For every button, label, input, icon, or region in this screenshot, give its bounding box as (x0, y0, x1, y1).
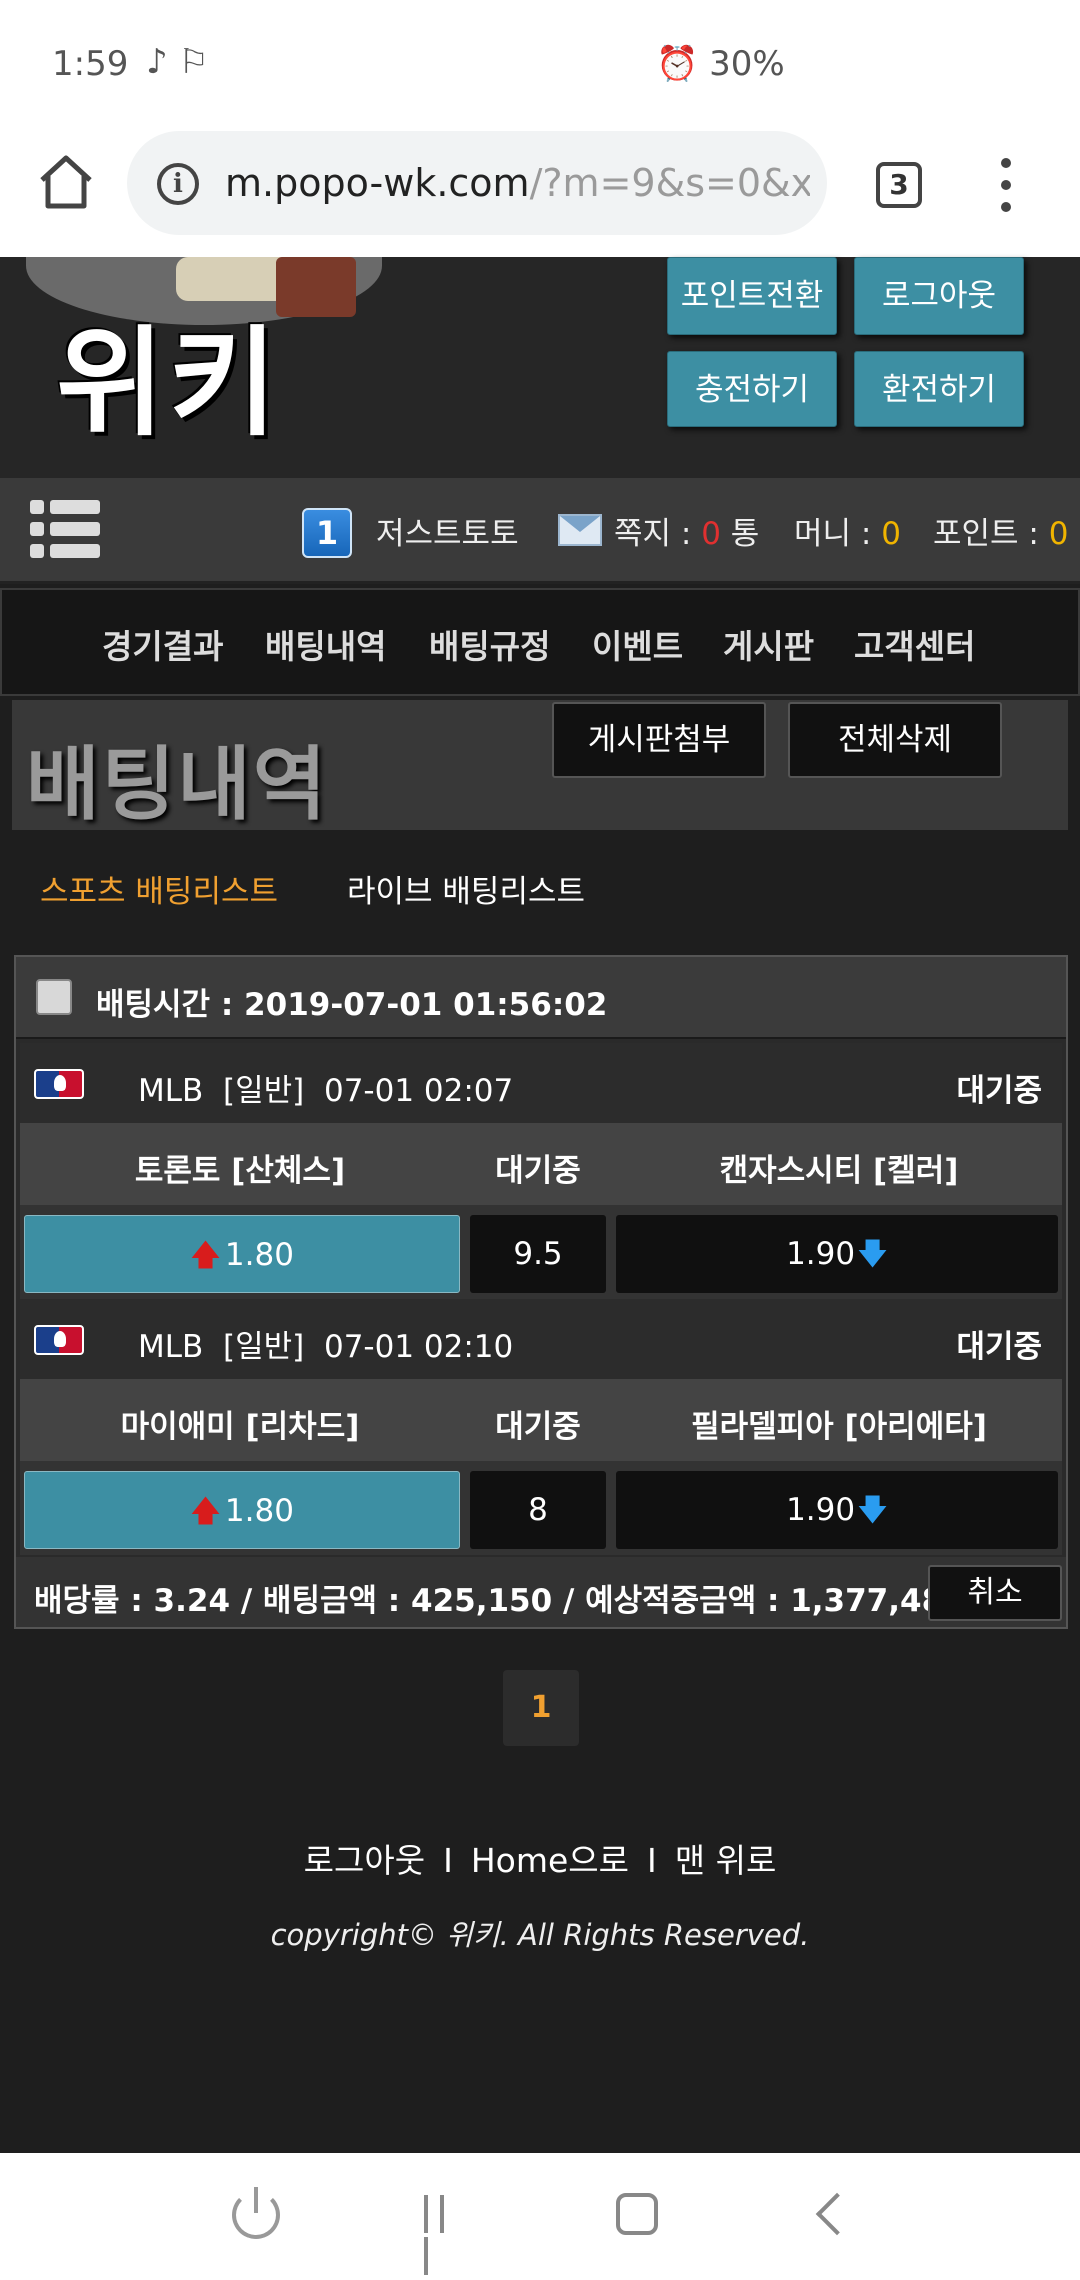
game-info: MLB [일반] 07-01 02:10 (138, 1329, 514, 1365)
away-team: 필라델피아 [아리에타] (691, 1409, 987, 1445)
arrow-up-icon: 🡅 (190, 1494, 221, 1529)
url-text[interactable]: m.popo-wk.com/?m=9&s=0&x= (225, 161, 810, 205)
odds-row: 🡅 1.80 8 1.90🡇 (20, 1461, 1062, 1555)
username: 저스트토토 (376, 516, 519, 552)
main-nav: 경기결과 배팅내역 배팅규정 이벤트 게시판 고객센터 (0, 588, 1080, 696)
attach-to-board-button[interactable]: 게시판첨부 (552, 702, 766, 778)
point-value: 0 (1048, 516, 1069, 552)
page-title-area: 배팅내역 게시판첨부 전체삭제 (12, 700, 1068, 831)
messages-count: 0 (701, 516, 721, 552)
footer-home-link[interactable]: Home으로 (471, 1841, 629, 1880)
logout-button[interactable]: 로그아웃 (854, 257, 1024, 335)
mlb-logo-icon (34, 1325, 84, 1355)
nav-item-bet-rules[interactable]: 배팅규정 (429, 620, 550, 668)
bet-time: 배팅시간 : 2019-07-01 01:56:02 (96, 987, 608, 1023)
tab-switcher-button[interactable]: 3 (876, 162, 922, 208)
nav-item-bet-history[interactable]: 배팅내역 (265, 620, 386, 668)
mlb-logo-icon (34, 1069, 84, 1099)
footer-logout-link[interactable]: 로그아웃 (304, 1841, 425, 1880)
messages-status[interactable]: 쪽지 : 0 통 (614, 508, 759, 553)
browser-toolbar: i m.popo-wk.com/?m=9&s=0&x= 3 (0, 130, 1080, 257)
page-title: 배팅내역 (26, 738, 329, 831)
nav-item-results[interactable]: 경기결과 (102, 620, 223, 668)
arrow-down-icon: 🡇 (857, 1237, 888, 1272)
footer-top-link[interactable]: 맨 위로 (675, 1841, 777, 1880)
recents-icon[interactable] (424, 2195, 466, 2275)
game-status: 대기중 (956, 1073, 1042, 1109)
status-bar: 1:59 ♪ ⚐ ⏰ 30% (0, 0, 1080, 130)
site-header: 위키 포인트전환 로그아웃 충전하기 환전하기 (0, 257, 1080, 478)
home-nav-icon[interactable] (616, 2193, 658, 2235)
tab-live-bets[interactable]: 라이브 배팅리스트 (347, 866, 585, 911)
nav-item-support[interactable]: 고객센터 (854, 620, 975, 668)
user-info-bar: 1 저스트토토 쪽지 : 0 통 머니 : 0 포인트 : 0 (0, 478, 1080, 584)
music-note-icon: ♪ ⚐ (146, 42, 209, 82)
home-team: 토론토 [산체스] (134, 1153, 346, 1189)
bet-summary: 배당률 : 3.24 / 배팅금액 : 425,150 / 예상적중금액 : 1… (16, 1557, 1066, 1627)
arrow-up-icon: 🡅 (190, 1238, 221, 1273)
home-team: 마이애미 [리차드] (120, 1409, 360, 1445)
site-logo[interactable]: 위키 (56, 287, 281, 458)
home-icon[interactable] (34, 150, 98, 214)
bet-header: 배팅시간 : 2019-07-01 01:56:02 (16, 957, 1066, 1039)
footer-separator: I (647, 1841, 657, 1880)
address-bar[interactable]: i m.popo-wk.com/?m=9&s=0&x= (127, 131, 827, 235)
delete-all-button[interactable]: 전체삭제 (788, 702, 1002, 778)
away-odds-button[interactable]: 1.90🡇 (616, 1471, 1058, 1549)
mail-icon[interactable] (558, 514, 602, 546)
home-odds-button[interactable]: 🡅 1.80 (24, 1215, 460, 1293)
game-header: MLB [일반] 07-01 02:10 대기중 (20, 1299, 1062, 1379)
point-convert-button[interactable]: 포인트전환 (667, 257, 837, 335)
withdraw-button[interactable]: 환전하기 (854, 351, 1024, 427)
charge-button[interactable]: 충전하기 (667, 351, 837, 427)
home-odds-button[interactable]: 🡅 1.80 (24, 1471, 460, 1549)
game-row: MLB [일반] 07-01 02:07 대기중 토론토 [산체스] 대기중 캔… (20, 1043, 1062, 1299)
battery-level: 30% (709, 44, 785, 84)
bet-select-checkbox[interactable] (36, 979, 72, 1015)
bet-slip-card: 배팅시간 : 2019-07-01 01:56:02 MLB [일반] 07-0… (14, 955, 1068, 1629)
away-team: 캔자스시티 [켈러] (719, 1153, 959, 1189)
power-icon[interactable] (232, 2187, 280, 2239)
odds-row: 🡅 1.80 9.5 1.90🡇 (20, 1205, 1062, 1299)
handicap-value: 8 (470, 1471, 606, 1549)
copyright-text: copyright© 위키. All Rights Reserved. (270, 1918, 810, 1952)
game-info: MLB [일반] 07-01 02:07 (138, 1073, 514, 1109)
money-status: 머니 : 0 (794, 516, 901, 552)
bet-summary-text: 배당률 : 3.24 / 배팅금액 : 425,150 / 예상적중금액 : 1… (34, 1583, 965, 1619)
battery-status: ⏰ 30% (656, 44, 785, 84)
footer-links: 로그아웃 I Home으로 I 맨 위로 (0, 1834, 1080, 1882)
arrow-down-icon: 🡇 (857, 1493, 888, 1528)
match-status: 대기중 (495, 1409, 581, 1445)
back-icon[interactable] (815, 2192, 859, 2236)
status-time: 1:59 (52, 44, 129, 84)
footer-separator: I (443, 1841, 453, 1880)
pagination-current-page[interactable]: 1 (503, 1670, 579, 1746)
system-nav-bar (0, 2153, 1080, 2280)
cancel-bet-button[interactable]: 취소 (928, 1565, 1062, 1621)
nav-item-events[interactable]: 이벤트 (592, 620, 683, 668)
away-odds-button[interactable]: 1.90🡇 (616, 1215, 1058, 1293)
game-row: MLB [일반] 07-01 02:10 대기중 마이애미 [리차드] 대기중 … (20, 1299, 1062, 1555)
handicap-value: 9.5 (470, 1215, 606, 1293)
menu-list-icon[interactable] (30, 500, 100, 562)
teams-row: 토론토 [산체스] 대기중 캔자스시티 [켈러] (20, 1123, 1062, 1205)
teams-row: 마이애미 [리차드] 대기중 필라델피아 [아리에타] (20, 1379, 1062, 1461)
nav-item-board[interactable]: 게시판 (723, 620, 814, 668)
match-status: 대기중 (495, 1153, 581, 1189)
game-header: MLB [일반] 07-01 02:07 대기중 (20, 1043, 1062, 1123)
level-badge-icon: 1 (302, 508, 352, 558)
tab-sports-bets[interactable]: 스포츠 배팅리스트 (40, 866, 278, 911)
game-status: 대기중 (956, 1329, 1042, 1365)
more-menu-icon[interactable] (996, 158, 1016, 214)
point-status: 포인트 : 0 (933, 516, 1069, 552)
money-value: 0 (881, 516, 901, 552)
info-icon[interactable]: i (157, 163, 199, 205)
